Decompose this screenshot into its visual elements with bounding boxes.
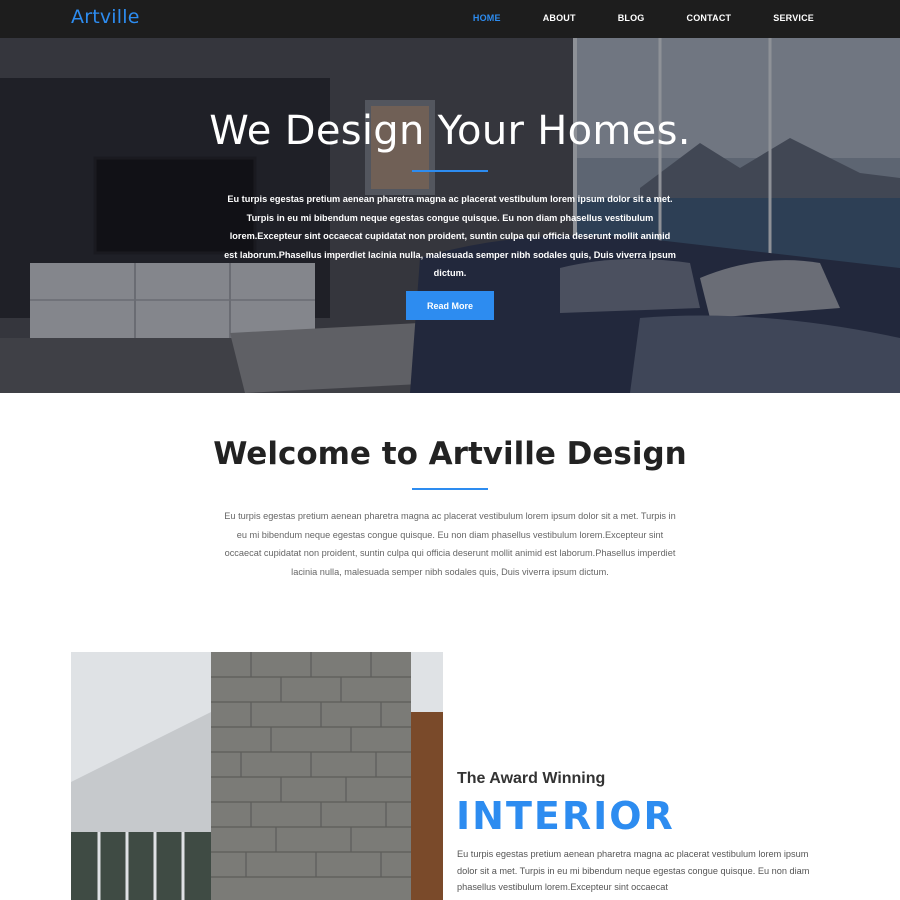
nav-link-contact[interactable]: CONTACT — [687, 13, 732, 23]
nav-link-blog[interactable]: BLOG — [618, 13, 645, 23]
hero-title: We Design Your Homes. — [209, 108, 691, 154]
welcome-description: Eu turpis egestas pretium aenean pharetr… — [224, 511, 676, 577]
nav-link-home[interactable]: HOME — [473, 13, 501, 23]
nav-link-about[interactable]: ABOUT — [543, 13, 576, 23]
hero-title-underline — [412, 170, 488, 172]
hero-section: We Design Your Homes. Eu turpis egestas … — [0, 38, 900, 393]
nav-link-service[interactable]: SERVICE — [773, 13, 814, 23]
main-nav: HOME ABOUT BLOG CONTACT SERVICE — [431, 13, 814, 23]
welcome-title-underline — [412, 488, 488, 490]
brand-logo[interactable]: Artville — [71, 6, 140, 28]
top-navbar: Artville HOME ABOUT BLOG CONTACT SERVICE — [0, 0, 900, 38]
read-more-button[interactable]: Read More — [406, 291, 494, 320]
feature-title: INTERIOR — [456, 794, 675, 838]
feature-description: Eu turpis egestas pretium aenean pharetr… — [457, 849, 810, 892]
stone-wall-house-image — [71, 652, 443, 900]
interior-feature-image — [71, 652, 443, 900]
hero-description: Eu turpis egestas pretium aenean pharetr… — [224, 194, 676, 278]
feature-subtitle: The Award Winning — [457, 770, 606, 787]
welcome-title: Welcome to Artville Design — [213, 436, 687, 472]
